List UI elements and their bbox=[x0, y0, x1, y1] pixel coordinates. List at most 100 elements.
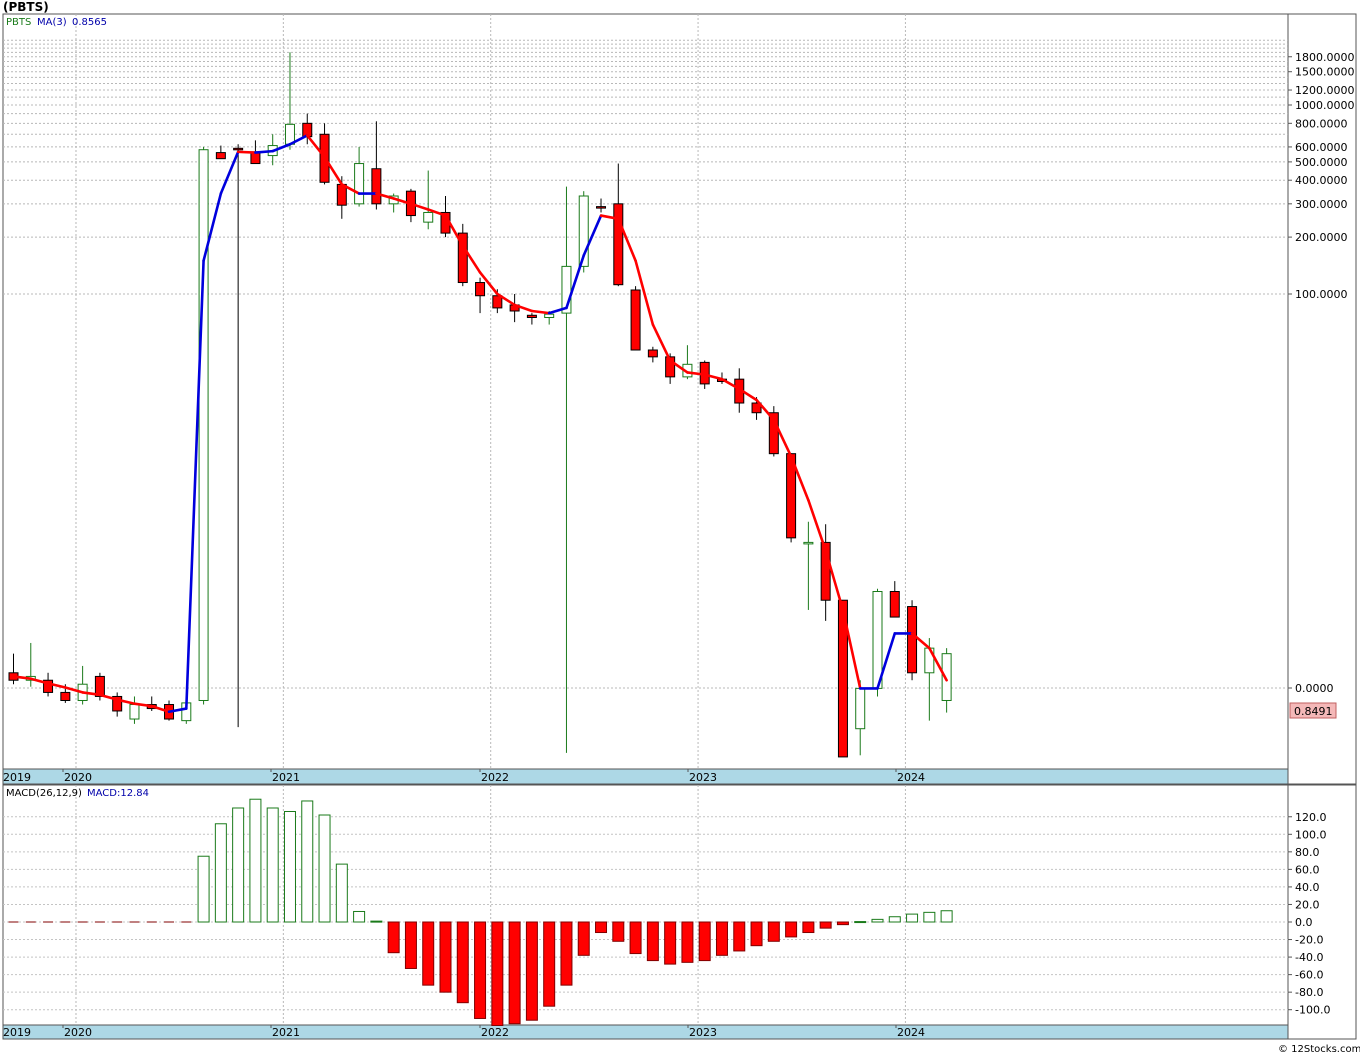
candle-down bbox=[233, 147, 244, 151]
candle-up bbox=[129, 704, 140, 720]
macd-y-tick-label: 60.0 bbox=[1295, 863, 1320, 876]
macd-bar-negative bbox=[681, 921, 694, 963]
last-price-label: 0.8491 bbox=[1294, 705, 1333, 718]
macd-bar-positive bbox=[266, 807, 279, 923]
macd-bar-positive bbox=[353, 910, 366, 923]
macd-y-tick-label: -40.0 bbox=[1295, 951, 1323, 964]
macd-bar-negative bbox=[629, 921, 642, 955]
macd-bar-positive bbox=[906, 913, 919, 923]
macd-y-tick-label: 40.0 bbox=[1295, 881, 1320, 894]
candle-down bbox=[613, 203, 624, 286]
price-y-tick-label: 1200.0000 bbox=[1295, 84, 1355, 97]
price-x-label: 2019 bbox=[3, 771, 31, 784]
macd-y-tick-label: -20.0 bbox=[1295, 934, 1323, 947]
macd-bar-negative bbox=[422, 921, 435, 986]
price-y-tick-label: 500.0000 bbox=[1295, 156, 1348, 169]
macd-panel-frame bbox=[2, 784, 1289, 1026]
macd-y-tick-label: -100.0 bbox=[1295, 1004, 1330, 1017]
stock-chart: 0.0000 100.0000 200.0000 300.0000 400.0000 50… bbox=[0, 0, 1360, 1056]
price-x-label: 2022 bbox=[481, 771, 509, 784]
macd-bar-positive bbox=[318, 814, 331, 923]
macd-bar-negative bbox=[387, 921, 400, 954]
candle-up bbox=[544, 313, 555, 319]
macd-bar-negative bbox=[664, 921, 677, 965]
macd-bar-negative bbox=[577, 921, 590, 956]
macd-y-tick-label: -60.0 bbox=[1295, 969, 1323, 982]
candle-down bbox=[526, 314, 537, 319]
macd-bar-negative bbox=[508, 921, 521, 1025]
macd-bar-negative bbox=[733, 921, 746, 952]
macd-x-label: 2024 bbox=[897, 1026, 925, 1039]
macd-bar-negative bbox=[560, 921, 573, 986]
chart-title: (PBTS) bbox=[3, 0, 49, 14]
price-x-label: 2020 bbox=[64, 771, 92, 784]
price-y-tick-label: 800.0000 bbox=[1295, 117, 1348, 130]
candle-down bbox=[60, 691, 71, 701]
macd-bar-positive bbox=[197, 855, 210, 923]
legend-symbol: PBTS bbox=[6, 17, 31, 28]
macd-bar-negative bbox=[750, 921, 763, 947]
macd-bar-negative bbox=[646, 921, 659, 962]
candle-up bbox=[423, 211, 434, 223]
macd-bar-positive bbox=[871, 918, 884, 923]
macd-bar-negative bbox=[785, 921, 798, 938]
macd-bar-positive bbox=[370, 920, 383, 923]
macd-bar-positive bbox=[249, 798, 262, 923]
candle-down bbox=[889, 591, 900, 618]
legend-ma-value: 0.8565 bbox=[72, 17, 107, 28]
price-y-tick-label: 1500.0000 bbox=[1295, 66, 1355, 79]
macd-y-tick-label: 20.0 bbox=[1295, 898, 1320, 911]
macd-time-axis-band bbox=[2, 1024, 1289, 1040]
chart-root: 0.0000 100.0000 200.0000 300.0000 400.0000 50… bbox=[0, 0, 1360, 1056]
candle-up bbox=[855, 687, 866, 730]
price-y-tick-label: 1800.0000 bbox=[1295, 51, 1355, 64]
macd-bar-negative bbox=[819, 921, 832, 929]
price-y-tick-label: 1000.0000 bbox=[1295, 99, 1355, 112]
macd-x-label: 2023 bbox=[689, 1026, 717, 1039]
macd-bar-negative bbox=[595, 921, 608, 934]
macd-bar-positive bbox=[283, 810, 296, 923]
macd-x-label: 2022 bbox=[481, 1026, 509, 1039]
candle-up bbox=[803, 541, 814, 545]
watermark: © 12Stocks.com bbox=[1278, 1044, 1360, 1055]
macd-bar-negative bbox=[491, 921, 504, 1026]
candle-down bbox=[371, 168, 382, 205]
macd-bar-negative bbox=[715, 921, 728, 956]
macd-legend-value: MACD:12.84 bbox=[87, 788, 149, 799]
macd-bar-negative bbox=[439, 921, 452, 993]
price-y-tick-label: 100.0000 bbox=[1295, 288, 1348, 301]
macd-bar-positive bbox=[301, 800, 314, 923]
macd-bar-negative bbox=[612, 921, 625, 942]
price-x-label: 2023 bbox=[689, 771, 717, 784]
macd-bar-negative bbox=[767, 921, 780, 942]
price-panel-frame bbox=[2, 13, 1289, 770]
macd-x-label: 2019 bbox=[3, 1026, 31, 1039]
candle-down bbox=[215, 152, 226, 160]
macd-bar-negative bbox=[525, 921, 538, 1021]
macd-x-label: 2020 bbox=[64, 1026, 92, 1039]
candle-up bbox=[354, 163, 365, 205]
macd-bar-positive bbox=[888, 916, 901, 923]
price-time-axis-band bbox=[2, 768, 1289, 785]
macd-bar-negative bbox=[802, 921, 815, 934]
macd-y-tick-label: 120.0 bbox=[1295, 811, 1327, 824]
macd-bar-positive bbox=[940, 910, 953, 923]
macd-bar-negative bbox=[456, 921, 469, 1004]
price-y-tick-label: 300.0000 bbox=[1295, 198, 1348, 211]
macd-bar-negative bbox=[698, 921, 711, 962]
macd-bar-positive bbox=[854, 921, 867, 924]
candle-up bbox=[872, 591, 883, 689]
candle-down bbox=[492, 295, 503, 309]
price-y-tick-label: 200.0000 bbox=[1295, 231, 1348, 244]
candle-down bbox=[475, 282, 486, 297]
price-y-tick-label: 600.0000 bbox=[1295, 141, 1348, 154]
macd-bar-positive bbox=[335, 863, 348, 923]
macd-y-tick-label: 80.0 bbox=[1295, 846, 1320, 859]
candle-down bbox=[647, 349, 658, 358]
candle-down bbox=[630, 289, 641, 351]
macd-bar-negative bbox=[543, 921, 556, 1007]
macd-bar-positive bbox=[923, 911, 936, 923]
macd-y-tick-label: 0.0 bbox=[1295, 916, 1313, 929]
ma3-segment bbox=[236, 150, 257, 154]
macd-y-tick-label: -80.0 bbox=[1295, 986, 1323, 999]
